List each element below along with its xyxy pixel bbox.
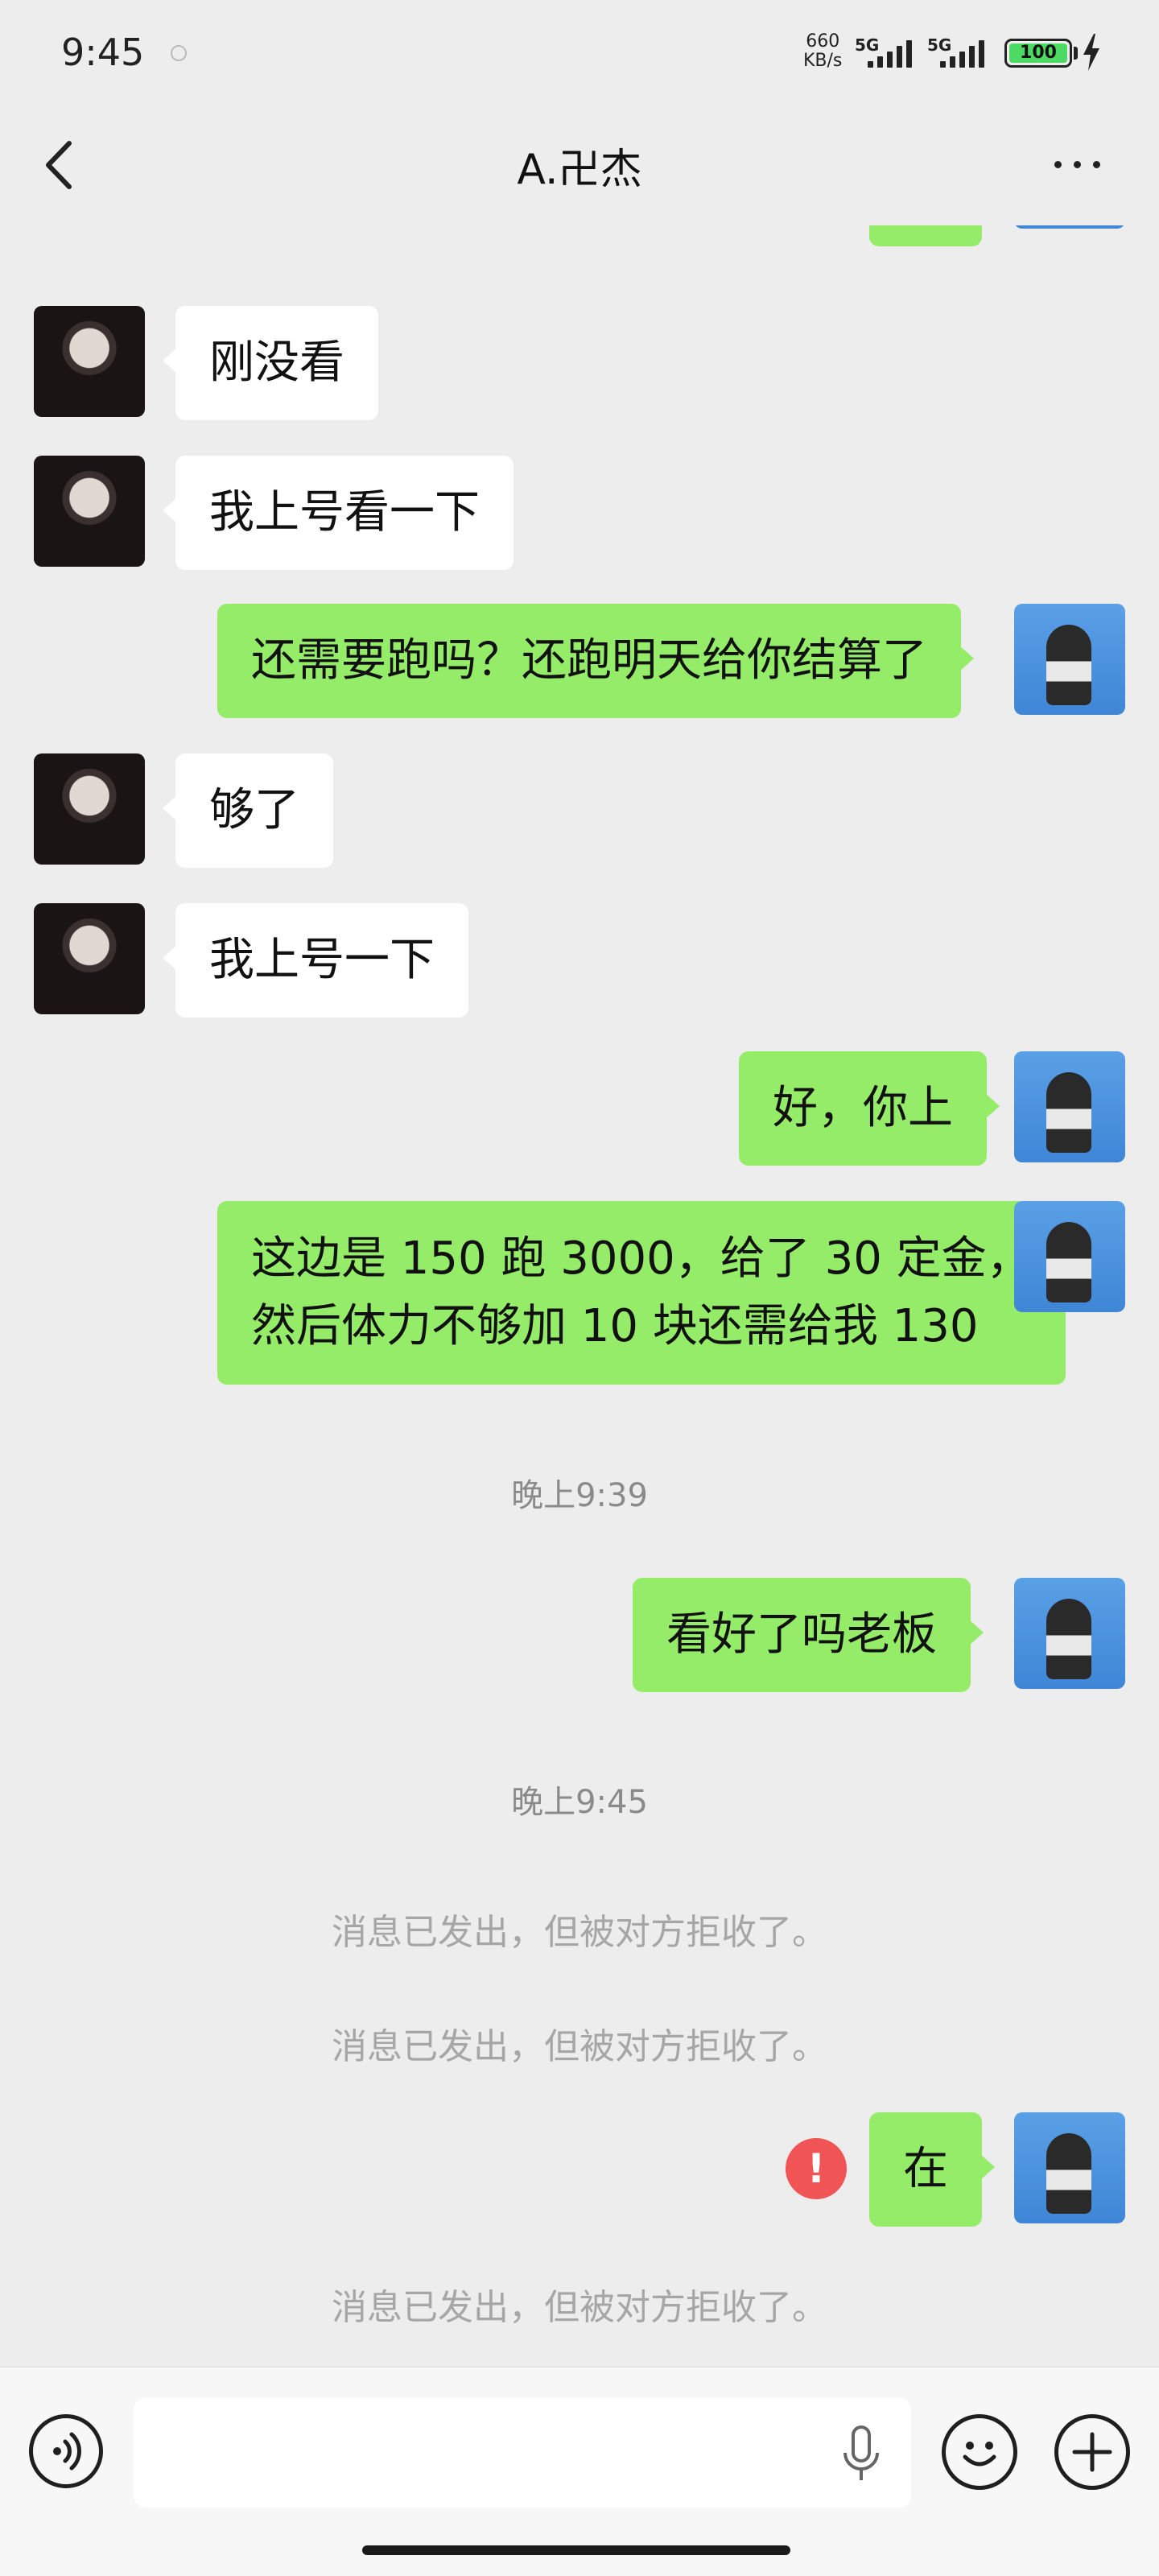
message-bubble-incoming[interactable]: 我上号一下: [163, 903, 468, 1018]
voice-button[interactable]: [29, 2414, 103, 2488]
message-line: 然后体力不够加 10 块还需给我 130: [251, 1300, 979, 1352]
message-bubble-incoming[interactable]: 我上号看一下: [163, 456, 514, 570]
message-list[interactable]: 在 刚没看 我上号看一下 还需要跑吗？还跑明天给你结算了 够了 我上号一下 好，…: [0, 225, 1159, 2367]
system-notice: 消息已发出，但被对方拒收了。: [332, 2026, 827, 2067]
battery-icon: 100: [1004, 39, 1072, 68]
plus-icon: [1072, 2432, 1112, 2472]
signal-1-icon: 5G: [855, 35, 919, 68]
system-notice: 消息已发出，但被对方拒收了。: [332, 1912, 827, 1953]
emoji-icon: [963, 2442, 996, 2467]
timestamp: 晚上9:39: [511, 1477, 648, 1514]
timestamp: 晚上9:45: [511, 1784, 648, 1821]
chat-header: A.卍杰: [0, 105, 1159, 225]
contact-avatar[interactable]: [34, 456, 145, 567]
message-bubble-outgoing[interactable]: 这边是 150 跑 3000，给了 30 定金， 然后体力不够加 10 块还需给…: [217, 1201, 1079, 1385]
charging-icon: [1083, 34, 1099, 71]
message-bubble-outgoing[interactable]: 在: [869, 2112, 995, 2227]
message-bubble-outgoing[interactable]: 还需要跑吗？还跑明天给你结算了: [217, 604, 974, 718]
notification-icon: [171, 45, 187, 61]
input-bar: [0, 2367, 1159, 2576]
message-bubble-outgoing[interactable]: 好，你上: [739, 1051, 1000, 1166]
chat-title: A.卍杰: [517, 146, 642, 194]
my-avatar[interactable]: [1014, 1201, 1125, 1312]
home-indicator[interactable]: [362, 2545, 790, 2555]
voice-icon: [53, 2432, 81, 2471]
more-dots-icon: [1054, 161, 1062, 168]
battery-level: 100: [1020, 43, 1057, 63]
contact-avatar[interactable]: [34, 306, 145, 417]
my-avatar[interactable]: [1014, 1578, 1125, 1689]
contact-avatar[interactable]: [34, 753, 145, 865]
status-time: 9:45: [61, 31, 145, 74]
status-bar: 9:45 660 KB/s 5G 5G 100: [0, 0, 1159, 105]
network-speed: 660 KB/s: [803, 32, 842, 71]
plus-button[interactable]: [1054, 2414, 1130, 2490]
my-avatar[interactable]: [1014, 2112, 1125, 2223]
message-bubble-incoming[interactable]: 刚没看: [163, 306, 378, 420]
system-notice: 消息已发出，但被对方拒收了。: [332, 2287, 827, 2328]
sim1-label: 5G: [855, 35, 880, 55]
my-avatar[interactable]: [1014, 1051, 1125, 1162]
signal-2-icon: 5G: [927, 35, 992, 68]
network-speed-unit: KB/s: [803, 51, 843, 71]
message-input[interactable]: [134, 2398, 911, 2508]
message-bubble-outgoing[interactable]: 看好了吗老板: [633, 1578, 984, 1692]
message-line: 这边是 150 跑 3000，给了 30 定金，: [251, 1232, 1032, 1285]
battery-cap: [1074, 47, 1078, 60]
sim2-label: 5G: [927, 35, 952, 55]
mic-icon[interactable]: [837, 2424, 885, 2488]
message-bubble-outgoing[interactable]: 在: [869, 225, 982, 246]
emoji-button[interactable]: [942, 2414, 1017, 2490]
my-avatar[interactable]: [1014, 604, 1125, 715]
message-bubble-incoming[interactable]: 够了: [163, 753, 333, 868]
contact-avatar[interactable]: [34, 903, 145, 1014]
network-speed-value: 660: [806, 31, 840, 52]
more-button[interactable]: [1046, 145, 1111, 185]
send-failed-icon[interactable]: !: [786, 2138, 847, 2199]
my-avatar[interactable]: [1014, 225, 1125, 229]
